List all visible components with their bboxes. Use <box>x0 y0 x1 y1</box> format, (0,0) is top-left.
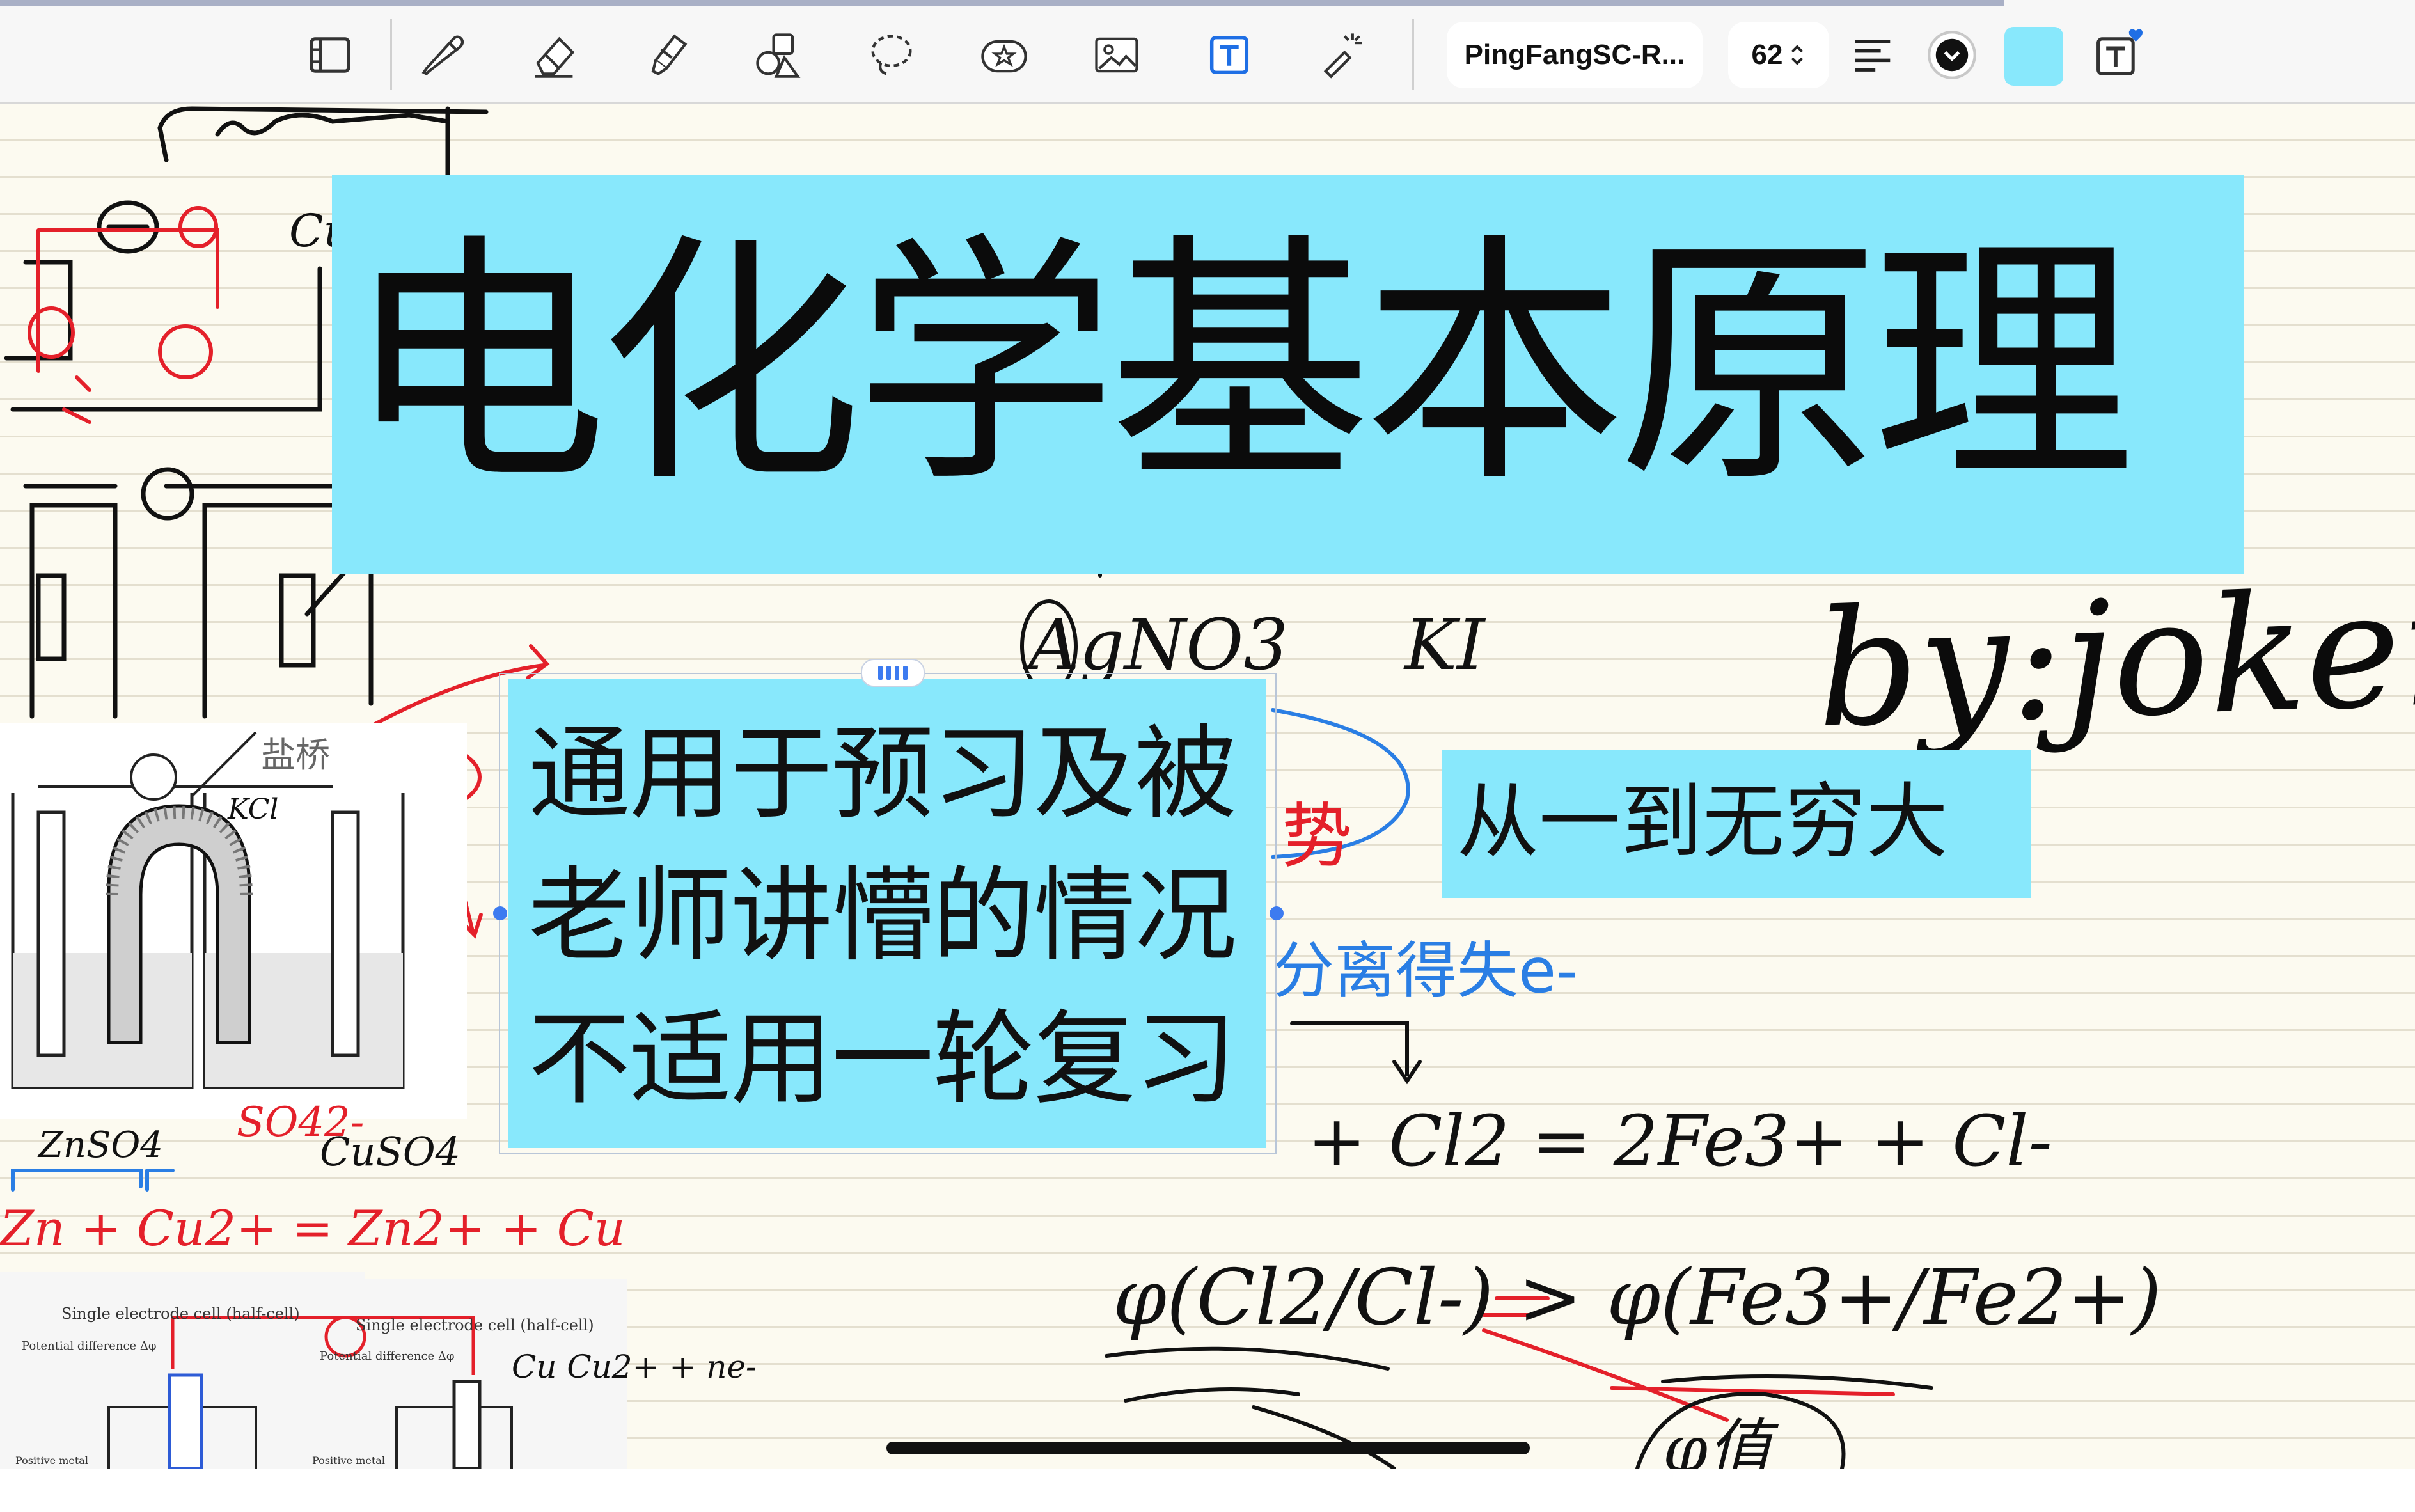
half-cell-caption-a: Single electrode cell (half-cell) <box>61 1305 300 1323</box>
positive-metal-label-b: Positive metal <box>312 1454 385 1467</box>
notice-line-3: 不适用一轮复习 <box>528 999 1237 1119</box>
page-title: 电化学基本原理 <box>345 212 2135 517</box>
salt-bridge-label: 盐桥 <box>261 735 330 775</box>
drag-handle[interactable] <box>861 659 925 687</box>
subtitle: 从一到无穷大 <box>1457 775 1949 870</box>
salt-bridge-figure <box>0 723 467 1119</box>
znso4-label: ZnSO4 <box>38 1124 163 1166</box>
kcl-label: KCl <box>228 793 279 826</box>
resize-handle-right[interactable] <box>1270 906 1284 920</box>
sulfate-label: SO42- <box>237 1099 365 1146</box>
notice-line-2: 老师讲懵的情况 <box>528 856 1237 975</box>
zinc-displacement-equation: Zn + Cu2+ = Zn2+ + Cu <box>0 1200 625 1257</box>
chlorine-equation: + Cl2 = 2Fe3+ + Cl- <box>1307 1100 2052 1182</box>
potential-label-a: Potential difference Δφ <box>22 1339 157 1353</box>
author-signature: by:joker <box>1813 554 2415 763</box>
ki-label: KI <box>1404 604 1485 686</box>
copper-half-reaction: Cu Cu2+ + ne- <box>512 1348 757 1385</box>
red-handwriting-note: 势 <box>1282 796 1352 878</box>
blue-handwriting-note: 分离得失e- <box>1273 935 1578 1007</box>
half-cell-caption-b: Single electrode cell (half-cell) <box>356 1316 594 1334</box>
potential-inequality: φ(Cl2/Cl-) > φ(Fe3+/Fe2+) <box>1113 1254 2162 1343</box>
potential-label-b: Potential difference Δφ <box>320 1350 455 1363</box>
positive-metal-label-a: Positive metal <box>15 1454 88 1467</box>
bottom-strip <box>0 1469 2415 1512</box>
resize-handle-left[interactable] <box>493 906 507 920</box>
home-indicator[interactable] <box>886 1442 1530 1454</box>
notes-app-screen: PingFangSC-R... 62 AgNO3 KI Cu + Cl2 = 2… <box>0 0 2415 1512</box>
notice-line-1: 通用于预习及被 <box>528 714 1237 833</box>
